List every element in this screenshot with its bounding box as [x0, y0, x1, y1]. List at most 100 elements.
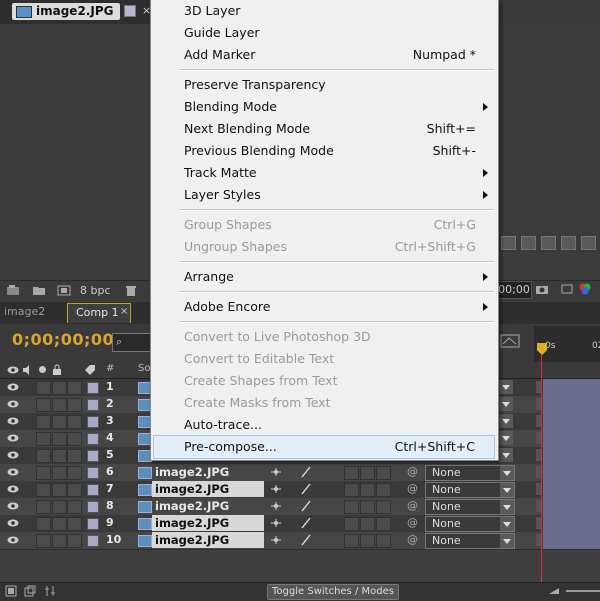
menu-item-guide-layer[interactable]: Guide Layer	[151, 22, 498, 44]
solo-switch[interactable]	[36, 500, 51, 514]
layer-label-swatch[interactable]	[87, 535, 99, 547]
layer-name[interactable]: image2.JPG	[152, 515, 264, 531]
layer-label-swatch[interactable]	[87, 416, 99, 428]
layer-row[interactable]: 8 image2.JPG @ None	[0, 498, 600, 516]
switch-cell[interactable]	[376, 517, 391, 531]
solo-switch[interactable]	[36, 466, 51, 480]
shy-switch[interactable]	[67, 466, 82, 480]
menu-item-layer-styles[interactable]: Layer Styles	[151, 184, 498, 206]
parent-pickwhip-icon[interactable]: @	[407, 533, 418, 546]
layer-duration-bar[interactable]	[543, 515, 600, 532]
parent-dropdown[interactable]	[499, 380, 513, 394]
in-out-controls-icon[interactable]	[44, 585, 56, 597]
layer-name[interactable]: image2.JPG	[152, 532, 264, 548]
parent-dropdown[interactable]: None	[425, 516, 515, 532]
menu-item-preserve-transparency[interactable]: Preserve Transparency	[151, 74, 498, 96]
lock-switch[interactable]	[52, 432, 67, 446]
menu-item-add-marker[interactable]: Add Marker Numpad *	[151, 44, 498, 66]
layer-duration-bar[interactable]	[543, 396, 600, 413]
shy-switch[interactable]	[67, 415, 82, 429]
layer-search-input[interactable]: ⌕	[112, 333, 154, 352]
eye-icon[interactable]	[7, 433, 19, 443]
layer-duration-bar[interactable]	[543, 464, 600, 481]
layer-row[interactable]: 7 image2.JPG @ None	[0, 481, 600, 499]
solo-switch[interactable]	[36, 398, 51, 412]
tab-image2[interactable]: image2	[4, 305, 45, 318]
zoom-slider[interactable]	[566, 590, 600, 592]
switch-cell[interactable]	[376, 466, 391, 480]
solo-switch[interactable]	[36, 415, 51, 429]
solo-switch[interactable]	[36, 483, 51, 497]
quality-slash-icon[interactable]	[300, 466, 312, 478]
layer-name[interactable]: image2.JPG	[152, 481, 264, 497]
transfer-controls-icon[interactable]	[24, 585, 36, 597]
switch-cell[interactable]	[360, 534, 375, 548]
shy-icon[interactable]	[270, 484, 282, 494]
menu-item-blending-mode[interactable]: Blending Mode	[151, 96, 498, 118]
menu-item-3d-layer[interactable]: 3D Layer	[151, 0, 498, 22]
solo-switch[interactable]	[36, 534, 51, 548]
snapshot-icon[interactable]	[541, 236, 556, 250]
lock-switch[interactable]	[52, 449, 67, 463]
color-channels-icon[interactable]	[578, 282, 592, 296]
solo-switch[interactable]	[36, 449, 51, 463]
switch-cell[interactable]	[344, 500, 359, 514]
solo-switch[interactable]	[36, 432, 51, 446]
zoom-out-icon[interactable]	[548, 586, 560, 596]
parent-pickwhip-icon[interactable]: @	[407, 482, 418, 495]
switch-cell[interactable]	[360, 483, 375, 497]
bit-depth-label[interactable]: 8 bpc	[80, 284, 111, 297]
switch-cell[interactable]	[344, 466, 359, 480]
quality-slash-icon[interactable]	[300, 534, 312, 546]
close-icon[interactable]: ×	[120, 306, 128, 317]
parent-dropdown[interactable]: None	[425, 465, 515, 481]
eye-icon[interactable]	[7, 501, 19, 511]
eye-icon[interactable]	[7, 535, 19, 545]
lock-switch[interactable]	[52, 500, 67, 514]
shy-switch[interactable]	[67, 483, 82, 497]
quality-slash-icon[interactable]	[300, 500, 312, 512]
new-composition-icon[interactable]	[57, 285, 71, 296]
eye-icon[interactable]	[7, 484, 19, 494]
parent-dropdown[interactable]	[499, 414, 513, 428]
mask-icon[interactable]	[521, 236, 536, 250]
parent-dropdown[interactable]: None	[425, 499, 515, 515]
lock-switch[interactable]	[52, 466, 67, 480]
switch-cell[interactable]	[376, 483, 391, 497]
layer-switches-icon[interactable]	[5, 585, 17, 597]
shy-switch[interactable]	[67, 432, 82, 446]
menu-item-track-matte[interactable]: Track Matte	[151, 162, 498, 184]
shy-switch[interactable]	[67, 517, 82, 531]
layer-label-swatch[interactable]	[87, 484, 99, 496]
switch-cell[interactable]	[360, 500, 375, 514]
switch-cell[interactable]	[360, 517, 375, 531]
interpret-footage-icon[interactable]	[6, 285, 20, 296]
shy-icon[interactable]	[270, 501, 282, 511]
region-icon[interactable]	[581, 236, 596, 250]
tab-comp-1[interactable]: Comp 1 ×	[67, 303, 131, 323]
shy-switch[interactable]	[67, 500, 82, 514]
layer-name[interactable]: image2.JPG	[152, 498, 264, 514]
parent-dropdown[interactable]: None	[425, 482, 515, 498]
channel-icon[interactable]	[561, 236, 576, 250]
layer-label-swatch[interactable]	[87, 399, 99, 411]
lock-switch[interactable]	[52, 381, 67, 395]
solo-switch[interactable]	[36, 381, 51, 395]
camera-icon[interactable]	[535, 283, 549, 295]
menu-item-adobe-encore[interactable]: Adobe Encore	[151, 296, 498, 318]
layer-row[interactable]: 9 image2.JPG @ None	[0, 515, 600, 533]
show-snapshot-icon[interactable]	[560, 283, 574, 295]
shy-icon[interactable]	[270, 535, 282, 545]
layer-row[interactable]: 6 image2.JPG @ None	[0, 464, 600, 482]
switch-cell[interactable]	[360, 466, 375, 480]
toggle-switches-modes-button[interactable]: Toggle Switches / Modes	[267, 584, 399, 600]
solo-switch[interactable]	[36, 517, 51, 531]
parent-dropdown[interactable]	[499, 431, 513, 445]
shy-switch[interactable]	[67, 381, 82, 395]
layer-label-swatch[interactable]	[87, 501, 99, 513]
menu-item-next-blending-mode[interactable]: Next Blending Mode Shift+=	[151, 118, 498, 140]
quality-slash-icon[interactable]	[300, 483, 312, 495]
layer-label-swatch[interactable]	[87, 450, 99, 462]
eye-icon[interactable]	[7, 399, 19, 409]
lock-switch[interactable]	[52, 398, 67, 412]
